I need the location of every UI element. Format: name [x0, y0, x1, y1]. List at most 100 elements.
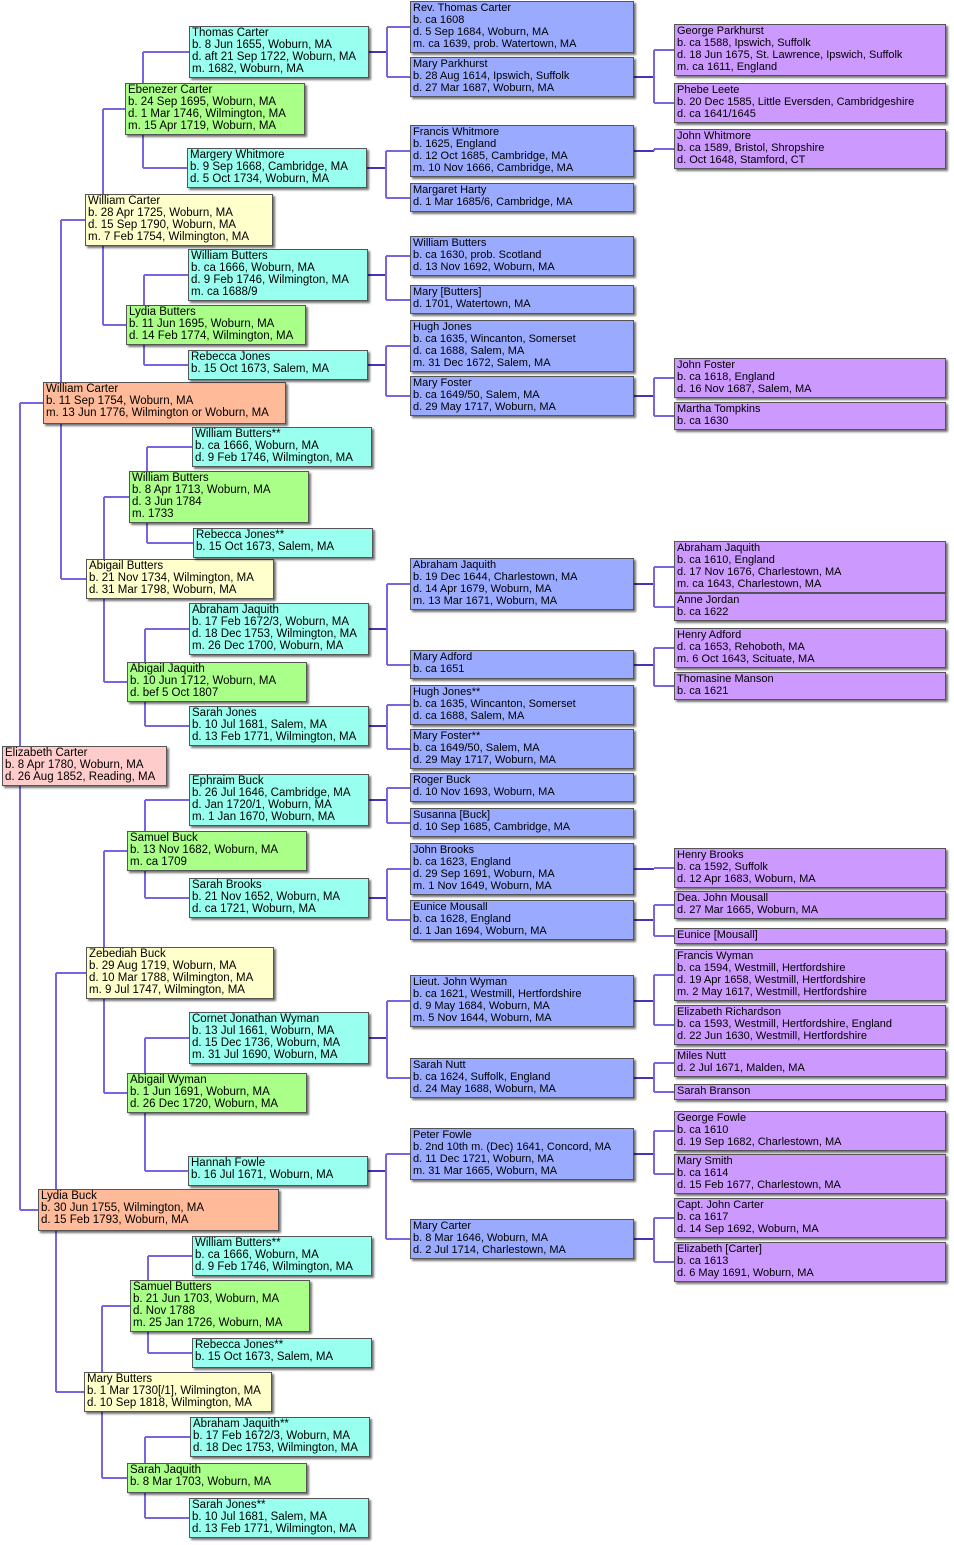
birth-info: b. ca 1622 [677, 606, 729, 618]
person-box-abigail-jaquith[interactable]: Abigail Jaquith b. 10 Jun 1712, Woburn, M… [127, 662, 307, 702]
person-box-elizabeth-richardson[interactable]: Elizabeth Richardson b. ca 1593, Westmill… [674, 1005, 946, 1045]
person-box-susanna-buck[interactable]: Susanna [Buck] d. 10 Sep 1685, Cambridge,… [410, 808, 634, 837]
person-box-mary-foster[interactable]: Mary Foster b. ca 1649/50, Salem, MA d. 29… [410, 376, 634, 416]
person-box-mary-smith[interactable]: Mary Smith b. ca 1614 d. 15 Feb 1677, Char… [674, 1154, 946, 1194]
person-box-zebediah-buck[interactable]: Zebediah Buck b. 29 Aug 1719, Woburn, MA d… [86, 947, 274, 999]
person-box-abigail-wyman[interactable]: Abigail Wyman b. 1 Jun 1691, Woburn, MA d.… [127, 1073, 307, 1113]
person-box-hugh-jones[interactable]: Hugh Jones b. ca 1635, Wincanton, Somerse… [410, 320, 634, 372]
person-box-william-butters[interactable]: William Butters b. ca 1666, Woburn, MA d. … [188, 249, 368, 301]
person-box-capt-john-carter[interactable]: Capt. John Carter b. ca 1617 d. 14 Sep 169… [674, 1198, 946, 1238]
person-box-eunice-mousall[interactable]: Eunice [Mousall] [674, 928, 946, 944]
person-box-sarah-jones[interactable]: Sarah Jones** b. 10 Jul 1681, Salem, MA d.… [189, 1498, 369, 1538]
person-box-henry-adford[interactable]: Henry Adford d. ca 1653, Rehoboth, MA m. 6… [674, 628, 946, 668]
person-box-rev-thomas-carter[interactable]: Rev. Thomas Carter b. ca 1608 d. 5 Sep 168… [410, 1, 634, 53]
person-box-mary-parkhurst[interactable]: Mary Parkhurst b. 28 Aug 1614, Ipswich, S… [410, 57, 634, 97]
birth-info: b. 20 Dec 1585, Little Eversden, Cambrid… [677, 96, 915, 108]
person-box-sarah-jaquith[interactable]: Sarah Jaquith b. 8 Mar 1703, Woburn, MA [127, 1463, 307, 1493]
person-box-george-fowle[interactable]: George Fowle b. ca 1610 d. 19 Sep 1682, Ch… [674, 1111, 946, 1151]
marriage-info: m. 1 Nov 1649, Woburn, MA [413, 880, 552, 892]
person-box-mary-butters[interactable]: Mary [Butters] d. 1701, Watertown, MA [410, 285, 634, 314]
person-name: George Fowle [677, 1112, 747, 1124]
death-info: d. 26 Aug 1852, Reading, MA [5, 771, 156, 783]
person-box-william-butters[interactable]: William Butters** b. ca 1666, Woburn, MA d… [192, 427, 372, 467]
person-box-william-butters[interactable]: William Butters** b. ca 1666, Woburn, MA d… [192, 1236, 372, 1276]
person-box-john-whitmore[interactable]: John Whitmore b. ca 1589, Bristol, Shrops… [674, 129, 946, 169]
death-info: d. 19 Apr 1658, Westmill, Hertfordshire [677, 974, 866, 986]
person-box-john-foster[interactable]: John Foster b. ca 1618, England d. 16 Nov … [674, 358, 946, 398]
person-box-mary-carter[interactable]: Mary Carter b. 8 Mar 1646, Woburn, MA d. 2… [410, 1219, 634, 1259]
person-name: George Parkhurst [677, 25, 764, 37]
person-box-sarah-jones[interactable]: Sarah Jones b. 10 Jul 1681, Salem, MA d. 1… [189, 706, 369, 746]
birth-info: b. ca 1621 [677, 685, 729, 697]
person-box-ebenezer-carter[interactable]: Ebenezer Carter b. 24 Sep 1695, Woburn, M… [125, 83, 305, 135]
marriage-info: m. 6 Oct 1643, Scituate, MA [677, 653, 815, 665]
person-name: Francis Whitmore [413, 126, 500, 138]
person-box-rebecca-jones[interactable]: Rebecca Jones b. 15 Oct 1673, Salem, MA [188, 350, 368, 380]
person-box-anne-jordan[interactable]: Anne Jordan b. ca 1622 [674, 593, 946, 621]
person-box-eunice-mousall[interactable]: Eunice Mousall b. ca 1628, England d. 1 Ja… [410, 900, 634, 940]
person-box-george-parkhurst[interactable]: George Parkhurst b. ca 1588, Ipswich, Suf… [674, 24, 946, 76]
person-box-ephraim-buck[interactable]: Ephraim Buck b. 26 Jul 1646, Cambridge, M… [189, 774, 369, 826]
death-info: d. 1 Mar 1685/6, Cambridge, MA [413, 196, 573, 208]
person-box-lydia-butters[interactable]: Lydia Butters b. 11 Jun 1695, Woburn, MA d… [126, 305, 306, 345]
birth-info: b. ca 1593, Westmill, Hertfordshire, Eng… [677, 1018, 893, 1030]
death-info: d. 18 Jun 1675, St. Lawrence, Ipswich, S… [677, 49, 903, 61]
death-info: d. 3 Jun 1784 [132, 496, 202, 508]
person-box-abigail-butters[interactable]: Abigail Butters b. 21 Nov 1734, Wilmingto… [86, 559, 274, 599]
person-box-william-carter[interactable]: William Carter b. 11 Sep 1754, Woburn, MA… [43, 382, 286, 424]
person-box-elizabeth-carter[interactable]: Elizabeth [Carter] b. ca 1613 d. 6 May 169… [674, 1242, 946, 1282]
person-box-francis-wyman[interactable]: Francis Wyman b. ca 1594, Westmill, Hertf… [674, 949, 946, 1001]
person-box-margery-whitmore[interactable]: Margery Whitmore b. 9 Sep 1668, Cambridge… [187, 148, 367, 188]
person-name: Mary Carter [413, 1220, 472, 1232]
person-box-mary-butters[interactable]: Mary Butters b. 1 Mar 1730[/1], Wilmingto… [84, 1372, 272, 1412]
person-name: Miles Nutt [677, 1050, 726, 1062]
marriage-info: m. 1 Jan 1670, Woburn, MA [192, 811, 335, 823]
person-box-thomasine-manson[interactable]: Thomasine Manson b. ca 1621 [674, 672, 946, 700]
birth-info: b. 2nd 10th m. (Dec) 1641, Concord, MA [413, 1141, 612, 1153]
person-box-sarah-brooks[interactable]: Sarah Brooks b. 21 Nov 1652, Woburn, MA d.… [189, 878, 369, 918]
person-box-samuel-buck[interactable]: Samuel Buck b. 13 Nov 1682, Woburn, MA m. … [127, 831, 307, 871]
person-box-peter-fowle[interactable]: Peter Fowle b. 2nd 10th m. (Dec) 1641, Co… [410, 1128, 634, 1180]
person-name: Eunice [Mousall] [677, 929, 758, 941]
person-name: Zebediah Buck [89, 948, 166, 960]
person-box-abraham-jaquith[interactable]: Abraham Jaquith b. 19 Dec 1644, Charlesto… [410, 558, 634, 610]
person-box-margaret-harty[interactable]: Margaret Harty d. 1 Mar 1685/6, Cambridge… [410, 183, 634, 212]
person-box-hannah-fowle[interactable]: Hannah Fowle b. 16 Jul 1671, Woburn, MA [188, 1156, 368, 1186]
person-box-phebe-leete[interactable]: Phebe Leete b. 20 Dec 1585, Little Eversd… [674, 83, 946, 123]
person-box-roger-buck[interactable]: Roger Buck d. 10 Nov 1693, Woburn, MA [410, 773, 634, 802]
death-info: d. 1 Jan 1694, Woburn, MA [413, 925, 547, 937]
person-box-francis-whitmore[interactable]: Francis Whitmore b. 1625, England d. 12 Oc… [410, 125, 634, 177]
person-box-miles-nutt[interactable]: Miles Nutt d. 2 Jul 1671, Malden, MA [674, 1049, 946, 1077]
person-box-henry-brooks[interactable]: Henry Brooks b. ca 1592, Suffolk d. 12 Apr… [674, 848, 946, 888]
person-name: Abraham Jaquith** [193, 1418, 289, 1430]
person-box-elizabeth-carter[interactable]: Elizabeth Carter b. 8 Apr 1780, Woburn, M… [2, 746, 167, 786]
person-box-hugh-jones[interactable]: Hugh Jones** b. ca 1635, Wincanton, Somer… [410, 685, 634, 725]
marriage-info: m. 15 Apr 1719, Woburn, MA [128, 120, 277, 132]
person-box-william-butters[interactable]: William Butters b. ca 1630, prob. Scotlan… [410, 236, 634, 276]
person-box-abraham-jaquith[interactable]: Abraham Jaquith b. ca 1610, England d. 17 … [674, 541, 946, 593]
person-box-thomas-carter[interactable]: Thomas Carter b. 8 Jun 1655, Woburn, MA d.… [189, 26, 369, 78]
death-info: d. 9 Feb 1746, Wilmington, MA [195, 1261, 353, 1273]
person-box-john-brooks[interactable]: John Brooks b. ca 1623, England d. 29 Sep … [410, 843, 634, 895]
person-box-abraham-jaquith[interactable]: Abraham Jaquith** b. 17 Feb 1672/3, Wobur… [190, 1417, 370, 1457]
pedigree-chart: Elizabeth Carter b. 8 Apr 1780, Woburn, M… [0, 0, 954, 1545]
person-box-abraham-jaquith[interactable]: Abraham Jaquith b. 17 Feb 1672/3, Woburn,… [189, 603, 369, 655]
person-box-cornet-jonathan-wyman[interactable]: Cornet Jonathan Wyman b. 13 Jul 1661, Wob… [189, 1012, 369, 1064]
person-box-martha-tompkins[interactable]: Martha Tompkins b. ca 1630 [674, 402, 946, 430]
person-box-lieut-john-wyman[interactable]: Lieut. John Wyman b. ca 1621, Westmill, H… [410, 975, 634, 1027]
person-box-lydia-buck[interactable]: Lydia Buck b. 30 Jun 1755, Wilmington, MA… [38, 1189, 279, 1231]
person-box-mary-foster[interactable]: Mary Foster** b. ca 1649/50, Salem, MA d. … [410, 729, 634, 769]
person-box-william-carter[interactable]: William Carter b. 28 Apr 1725, Woburn, MA… [85, 194, 273, 246]
death-info: d. 15 Feb 1677, Charlestown, MA [677, 1179, 841, 1191]
person-name: Abigail Butters [89, 560, 164, 572]
death-info: d. 5 Sep 1684, Woburn, MA [413, 26, 549, 38]
person-box-sarah-branson[interactable]: Sarah Branson [674, 1084, 946, 1100]
person-box-dea-john-mousall[interactable]: Dea. John Mousall d. 27 Mar 1665, Woburn,… [674, 891, 946, 919]
person-box-rebecca-jones[interactable]: Rebecca Jones** b. 15 Oct 1673, Salem, MA [192, 1338, 372, 1368]
person-box-mary-adford[interactable]: Mary Adford b. ca 1651 [410, 650, 634, 679]
person-box-samuel-butters[interactable]: Samuel Butters b. 21 Jun 1703, Woburn, MA… [130, 1280, 310, 1332]
person-name: Phebe Leete [677, 84, 740, 96]
person-box-william-butters[interactable]: William Butters b. 8 Apr 1713, Woburn, MA… [129, 471, 309, 523]
person-box-rebecca-jones[interactable]: Rebecca Jones** b. 15 Oct 1673, Salem, MA [193, 528, 373, 558]
person-box-sarah-nutt[interactable]: Sarah Nutt b. ca 1624, Suffolk, England d.… [410, 1058, 634, 1098]
